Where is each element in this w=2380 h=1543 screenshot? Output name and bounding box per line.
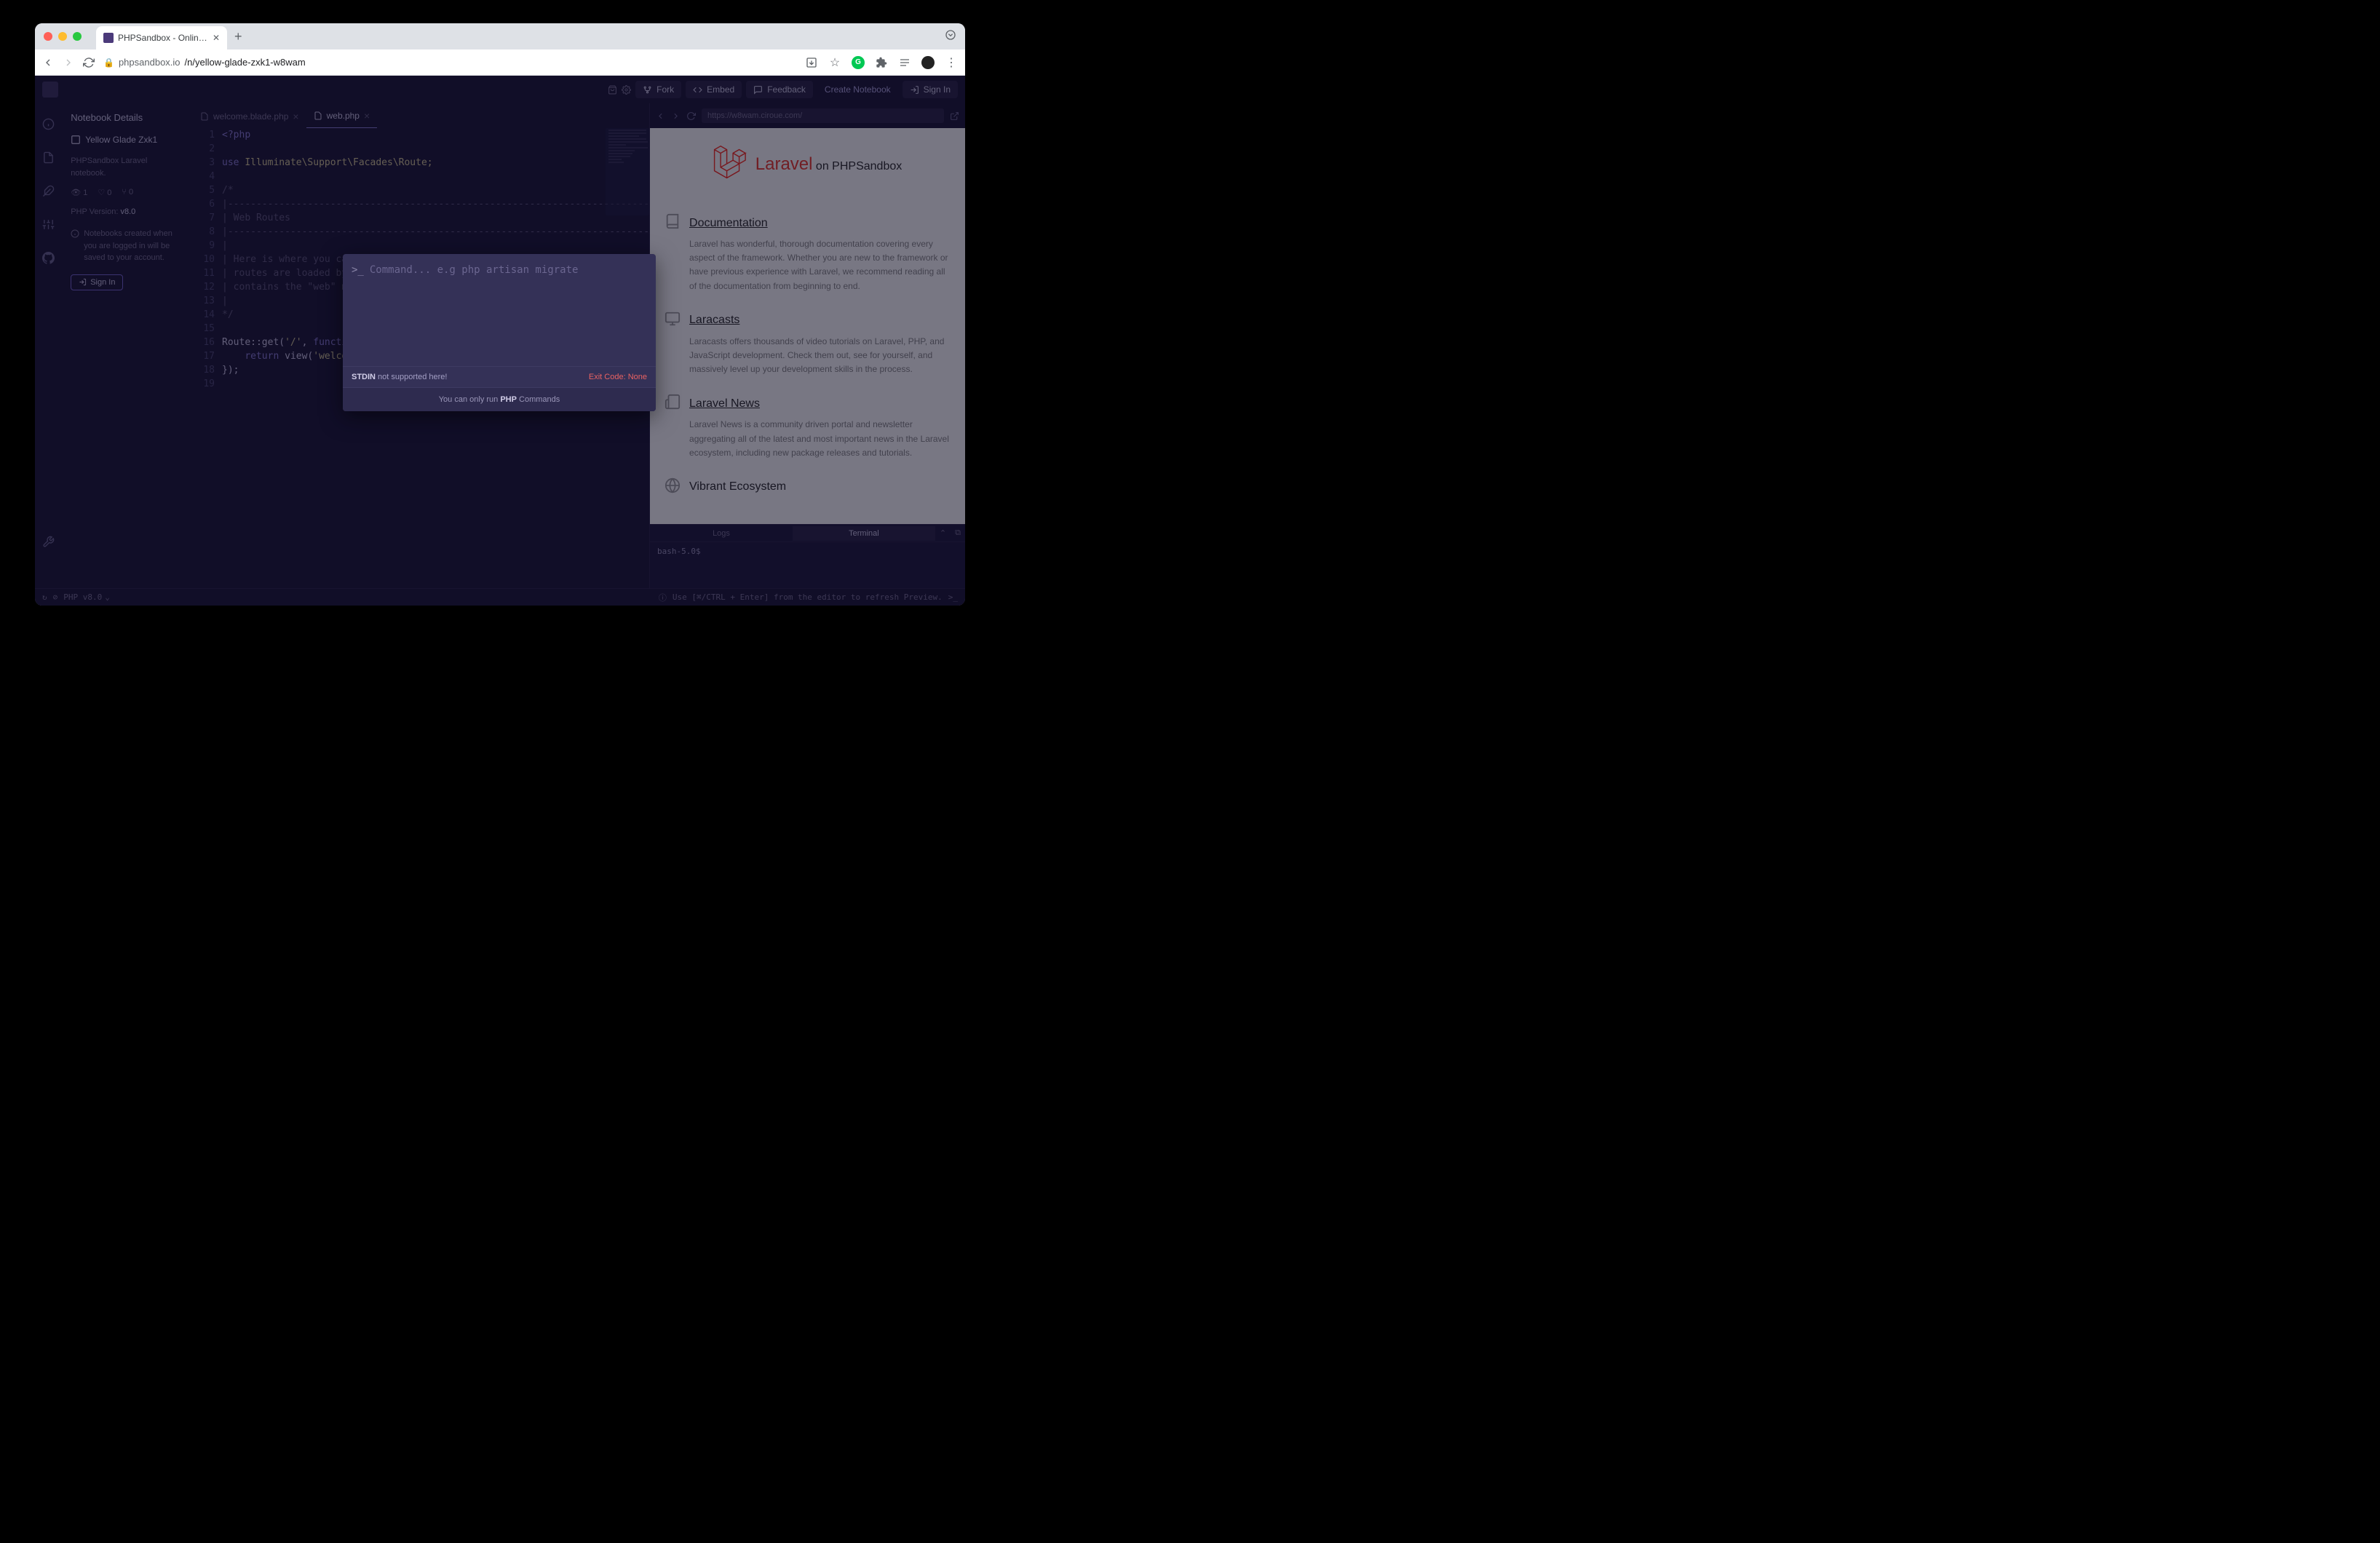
tab-favicon bbox=[103, 33, 114, 43]
tab-close-button[interactable]: ✕ bbox=[213, 33, 220, 43]
install-icon[interactable] bbox=[805, 56, 818, 69]
extension-icons: ☆ G ⋮ bbox=[805, 56, 958, 69]
window-titlebar: PHPSandbox - Online Code Sa ✕ + bbox=[35, 23, 965, 49]
modal-footer: You can only run PHP Commands bbox=[343, 387, 656, 411]
url-path: /n/yellow-glade-zxk1-w8wam bbox=[185, 57, 306, 68]
browser-tab[interactable]: PHPSandbox - Online Code Sa ✕ bbox=[96, 26, 227, 49]
reading-list-icon[interactable] bbox=[898, 56, 911, 69]
bookmark-star-icon[interactable]: ☆ bbox=[828, 56, 841, 69]
profile-avatar[interactable] bbox=[921, 56, 935, 69]
modal-status-row: STDIN not supported here! Exit Code: Non… bbox=[343, 366, 656, 387]
command-input[interactable] bbox=[370, 264, 647, 276]
url-field[interactable]: 🔒 phpsandbox.io/n/yellow-glade-zxk1-w8wa… bbox=[103, 57, 796, 68]
command-modal: >_ STDIN not supported here! Exit Code: … bbox=[343, 254, 656, 411]
forward-button[interactable] bbox=[63, 57, 74, 68]
new-tab-button[interactable]: + bbox=[234, 29, 242, 44]
stdin-message: STDIN not supported here! bbox=[352, 373, 447, 381]
url-host: phpsandbox.io bbox=[119, 57, 181, 68]
back-button[interactable] bbox=[42, 57, 54, 68]
maximize-window-button[interactable] bbox=[73, 32, 82, 41]
chrome-menu-icon[interactable]: ⋮ bbox=[945, 56, 958, 69]
exit-code: Exit Code: None bbox=[589, 373, 647, 381]
command-input-row: >_ bbox=[343, 254, 656, 286]
reload-button[interactable] bbox=[83, 57, 95, 68]
close-window-button[interactable] bbox=[44, 32, 52, 41]
traffic-lights bbox=[44, 32, 82, 41]
lock-icon: 🔒 bbox=[103, 57, 114, 68]
app-content: Fork Embed Feedback Create Notebook Sign… bbox=[35, 76, 965, 606]
minimize-window-button[interactable] bbox=[58, 32, 67, 41]
tab-title: PHPSandbox - Online Code Sa bbox=[118, 33, 208, 43]
prompt-icon: >_ bbox=[352, 264, 364, 276]
extensions-icon[interactable] bbox=[875, 56, 888, 69]
grammarly-extension-icon[interactable]: G bbox=[852, 56, 865, 69]
browser-window: PHPSandbox - Online Code Sa ✕ + 🔒 phpsan… bbox=[35, 23, 965, 606]
address-bar: 🔒 phpsandbox.io/n/yellow-glade-zxk1-w8wa… bbox=[35, 49, 965, 76]
tab-overflow-icon[interactable] bbox=[945, 29, 956, 44]
